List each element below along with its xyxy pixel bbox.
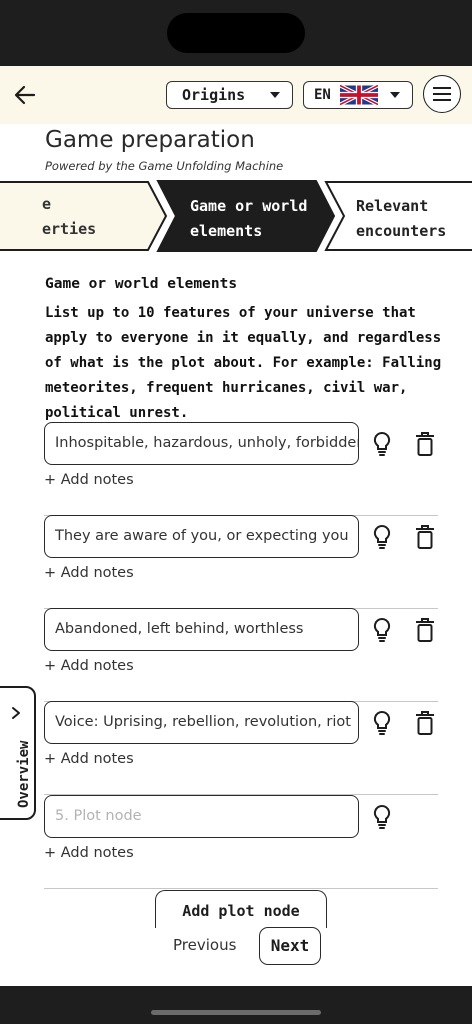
overview-tab-label: Overview bbox=[16, 740, 32, 808]
trash-icon[interactable] bbox=[414, 617, 436, 643]
app-header: Origins EN bbox=[0, 66, 472, 124]
overview-tab[interactable]: Overview bbox=[0, 686, 36, 820]
lightbulb-icon[interactable] bbox=[371, 616, 393, 644]
lightbulb-icon[interactable] bbox=[371, 523, 393, 551]
step-previous-line2: erties bbox=[42, 220, 97, 238]
step-previous-line1: e bbox=[42, 195, 52, 213]
hamburger-menu-icon bbox=[433, 87, 451, 89]
story-select[interactable]: Origins bbox=[166, 81, 293, 109]
dynamic-island bbox=[167, 13, 305, 53]
add-notes-link[interactable]: + Add notes bbox=[44, 845, 134, 861]
trash-icon[interactable] bbox=[414, 524, 436, 550]
element-input[interactable]: Voice: Uprising, rebellion, revolution, … bbox=[44, 701, 359, 744]
hamburger-menu-icon-line bbox=[433, 93, 451, 95]
step-current-line1: Game or world bbox=[190, 197, 308, 215]
story-select-value: Origins bbox=[182, 86, 246, 104]
previous-button[interactable]: Previous bbox=[173, 936, 236, 954]
chevron-down-icon bbox=[270, 92, 280, 98]
add-notes-link[interactable]: + Add notes bbox=[44, 658, 134, 674]
page-title: Game preparation bbox=[45, 127, 255, 153]
element-input[interactable]: 5. Plot node bbox=[44, 795, 359, 838]
step-previous[interactable]: e erties bbox=[42, 192, 152, 242]
page-subtitle: Powered by the Game Unfolding Machine bbox=[45, 159, 284, 173]
uk-flag-icon bbox=[340, 85, 378, 105]
step-next-line1: Relevant bbox=[356, 197, 429, 215]
list-item: Inhospitable, hazardous, unholy, forbidd… bbox=[44, 422, 438, 516]
element-input[interactable]: Abandoned, left behind, worthless bbox=[44, 608, 359, 651]
step-next-line2: encounters bbox=[356, 222, 447, 240]
add-notes-link[interactable]: + Add notes bbox=[44, 472, 134, 488]
step-current-line2: elements bbox=[190, 222, 263, 240]
add-plot-node-button[interactable]: Add plot node bbox=[155, 890, 327, 928]
hamburger-menu-icon-line bbox=[433, 99, 451, 101]
menu-button[interactable] bbox=[423, 75, 461, 113]
element-input[interactable]: Inhospitable, hazardous, unholy, forbidd… bbox=[44, 422, 359, 465]
lightbulb-icon[interactable] bbox=[371, 709, 393, 737]
lightbulb-icon[interactable] bbox=[371, 430, 393, 458]
element-input[interactable]: They are aware of you, or expecting you bbox=[44, 515, 359, 558]
back-arrow-icon[interactable] bbox=[12, 82, 38, 108]
trash-icon[interactable] bbox=[414, 431, 436, 457]
add-notes-link[interactable]: + Add notes bbox=[44, 751, 134, 767]
language-select-value: EN bbox=[314, 87, 331, 103]
home-indicator[interactable] bbox=[151, 1010, 321, 1015]
step-next[interactable]: Relevant encounters bbox=[356, 194, 446, 244]
trash-icon[interactable] bbox=[414, 710, 436, 736]
chevron-down-icon bbox=[390, 92, 400, 98]
step-current[interactable]: Game or world elements bbox=[190, 194, 307, 244]
list-item: They are aware of you, or expecting you … bbox=[44, 515, 438, 609]
home-bar bbox=[0, 986, 472, 1024]
section-description: List up to 10 features of your universe … bbox=[45, 305, 442, 421]
chevron-right-icon bbox=[12, 707, 20, 719]
add-notes-link[interactable]: + Add notes bbox=[44, 565, 134, 581]
list-item: Abandoned, left behind, worthless + Add … bbox=[44, 608, 438, 702]
step-progress: e erties Game or world elements Relevant… bbox=[0, 180, 472, 252]
section-title: Game or world elements bbox=[45, 276, 238, 292]
status-bar bbox=[0, 0, 472, 66]
next-button[interactable]: Next bbox=[259, 927, 321, 965]
lightbulb-icon[interactable] bbox=[371, 803, 393, 831]
list-item: 5. Plot node + Add notes bbox=[44, 795, 438, 889]
language-select[interactable]: EN bbox=[303, 81, 413, 109]
list-item: Voice: Uprising, rebellion, revolution, … bbox=[44, 701, 438, 795]
